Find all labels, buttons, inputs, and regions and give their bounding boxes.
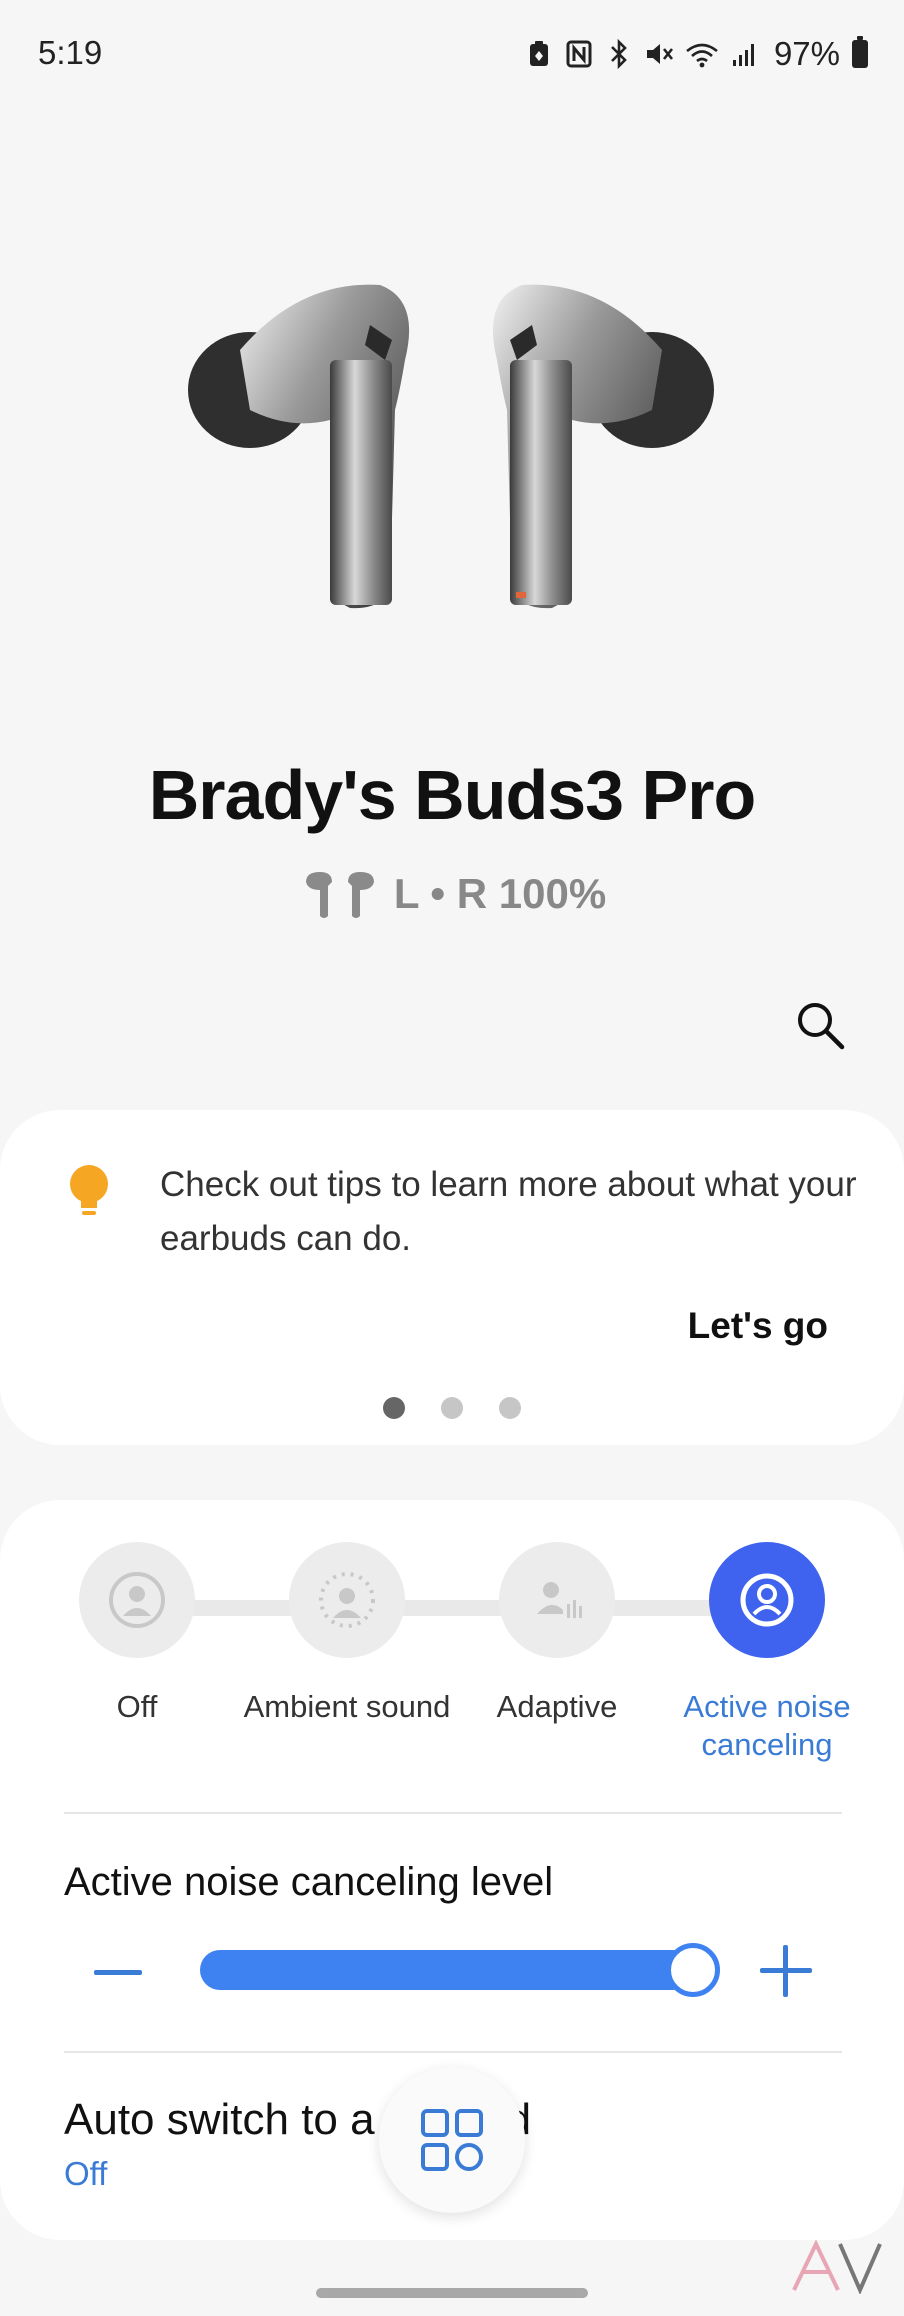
divider xyxy=(64,2051,842,2053)
mute-icon xyxy=(644,37,674,71)
tips-text: Check out tips to learn more about what … xyxy=(160,1165,857,1258)
signal-icon xyxy=(730,37,760,71)
status-icons: 97% xyxy=(524,34,868,74)
anc-level-title: Active noise canceling level xyxy=(64,1860,554,1904)
menu-fab-button[interactable] xyxy=(379,2067,525,2213)
page-dot-1[interactable] xyxy=(383,1397,405,1419)
earbuds-image xyxy=(188,284,714,609)
battery-percent: 97% xyxy=(773,35,840,72)
battery-saver-icon xyxy=(524,37,554,71)
mode-ambient-label: Ambient sound xyxy=(243,1689,451,1724)
adaptive-icon xyxy=(537,1582,582,1618)
page-dot-3[interactable] xyxy=(499,1397,521,1419)
increase-level-button[interactable] xyxy=(760,1945,812,1997)
mode-ambient-button[interactable] xyxy=(289,1542,405,1658)
device-name: Brady's Buds3 Pro xyxy=(148,756,757,834)
battery-level-text: L • R 100% xyxy=(393,870,607,917)
search-button[interactable] xyxy=(790,995,850,1055)
watermark-logo xyxy=(792,2239,882,2294)
mode-anc-button[interactable] xyxy=(709,1542,825,1658)
tips-page-indicator xyxy=(0,1397,904,1419)
divider xyxy=(64,1812,842,1814)
anc-level-fill xyxy=(200,1950,693,1990)
mode-off[interactable]: Off xyxy=(32,1542,242,1726)
apps-grid-icon xyxy=(421,2109,483,2171)
home-gesture-bar[interactable] xyxy=(316,2288,588,2298)
earbuds-icon xyxy=(305,872,374,918)
anc-level-slider[interactable] xyxy=(200,1943,720,1997)
decrease-level-button[interactable] xyxy=(94,1970,142,1975)
mode-off-button[interactable] xyxy=(79,1542,195,1658)
mode-adaptive[interactable]: Adaptive xyxy=(452,1542,662,1726)
person-off-icon xyxy=(109,1572,165,1628)
lets-go-button[interactable]: Let's go xyxy=(688,1305,828,1347)
mode-anc-label: Active noise canceling xyxy=(683,1689,851,1762)
anc-level-thumb[interactable] xyxy=(666,1943,720,1997)
lightbulb-icon xyxy=(70,1165,108,1215)
search-icon xyxy=(798,1003,845,1050)
battery-icon xyxy=(852,36,868,68)
bluetooth-icon xyxy=(604,37,634,71)
ambient-sound-icon xyxy=(319,1572,375,1628)
anc-icon xyxy=(740,1573,794,1627)
earbuds-battery: L • R 100% xyxy=(0,868,904,920)
status-time: 5:19 xyxy=(38,34,103,71)
status-bar: 5:19 97% xyxy=(0,0,904,110)
mode-off-label: Off xyxy=(116,1689,158,1724)
mode-ambient[interactable]: Ambient sound xyxy=(242,1542,452,1726)
mode-anc[interactable]: Active noise canceling xyxy=(662,1542,872,1764)
mode-adaptive-button[interactable] xyxy=(499,1542,615,1658)
tips-card: Check out tips to learn more about what … xyxy=(0,1110,904,1445)
wifi-icon xyxy=(684,37,720,71)
nfc-icon xyxy=(564,37,594,71)
auto-switch-value: Off xyxy=(64,2155,108,2192)
page-dot-2[interactable] xyxy=(441,1397,463,1419)
mode-adaptive-label: Adaptive xyxy=(496,1689,618,1724)
